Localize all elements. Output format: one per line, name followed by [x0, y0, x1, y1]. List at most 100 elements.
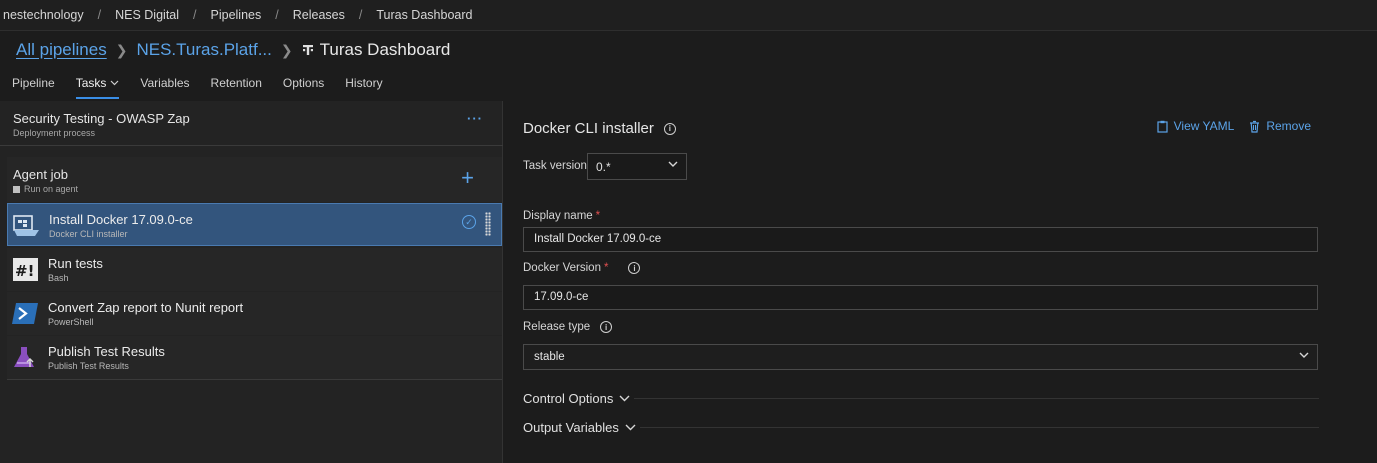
tab-label: Retention — [210, 76, 262, 90]
breadcrumb-releases[interactable]: Releases — [293, 8, 345, 22]
docker-version-value: 17.09.0-ce — [534, 291, 589, 303]
checkmark-icon: ✓ — [462, 215, 476, 229]
task-item-install-docker[interactable]: Install Docker 17.09.0-ce Docker CLI ins… — [7, 203, 502, 246]
info-icon[interactable]: i — [663, 122, 676, 135]
all-pipelines-link[interactable]: All pipelines — [16, 40, 107, 60]
divider — [634, 398, 1319, 399]
chevron-down-icon — [110, 80, 119, 86]
more-options-button[interactable]: ··· — [467, 111, 483, 126]
tab-label: History — [345, 76, 383, 90]
chevron-down-icon — [625, 424, 636, 431]
trash-icon — [1250, 120, 1260, 133]
agent-job[interactable]: Agent job Run on agent + — [7, 157, 502, 202]
tab-bar: Pipeline Tasks Variables Retention Optio… — [12, 76, 404, 99]
docker-icon — [13, 215, 39, 236]
tab-variables[interactable]: Variables — [140, 76, 189, 98]
task-name: Run tests — [48, 256, 103, 271]
docker-version-label: Docker Version — [523, 262, 601, 274]
display-name-label-row: Display name * — [523, 210, 600, 222]
task-item-convert-zap-report[interactable]: Convert Zap report to Nunit report Power… — [7, 292, 502, 335]
docker-version-field[interactable]: 17.09.0-ce — [523, 285, 1318, 310]
task-version-value: 0.* — [596, 160, 611, 174]
display-name-label: Display name — [523, 210, 593, 222]
control-options-section[interactable]: Control Options — [523, 391, 630, 406]
task-type: PowerShell — [48, 317, 94, 327]
add-task-button[interactable]: + — [461, 167, 474, 189]
chevron-right-icon: ❯ — [115, 41, 128, 58]
output-variables-label: Output Variables — [523, 420, 619, 435]
tab-label: Options — [282, 76, 325, 90]
display-name-value: Install Docker 17.09.0-ce — [534, 233, 662, 245]
task-list-pane: Security Testing - OWASP Zap Deployment … — [0, 101, 503, 463]
task-version-label: Task version — [523, 160, 587, 172]
tab-retention[interactable]: Retention — [211, 76, 262, 98]
display-name-field[interactable]: Install Docker 17.09.0-ce — [523, 227, 1318, 252]
title-row: All pipelines ❯ NES.Turas.Platf... ❯ Tur… — [16, 38, 450, 62]
publish-test-results-icon — [14, 347, 34, 367]
breadcrumb-separator: / — [193, 8, 197, 22]
task-type: Publish Test Results — [48, 361, 129, 371]
breadcrumb-org[interactable]: nestechnology — [3, 8, 84, 22]
docker-version-label-row: Docker Version * i — [523, 262, 641, 274]
info-icon[interactable]: i — [600, 321, 613, 333]
divider — [640, 427, 1319, 428]
release-type-select[interactable]: stable — [523, 344, 1318, 370]
output-variables-section[interactable]: Output Variables — [523, 420, 636, 435]
view-yaml-button[interactable]: View YAML — [1157, 119, 1235, 133]
tab-label: Tasks — [75, 76, 107, 90]
stage-header[interactable]: Security Testing - OWASP Zap Deployment … — [0, 101, 503, 146]
release-type-label-row: Release type i — [523, 321, 613, 333]
chevron-right-icon: ❯ — [280, 41, 293, 58]
task-name: Install Docker 17.09.0-ce — [49, 212, 193, 227]
control-options-label: Control Options — [523, 391, 614, 406]
required-mark: * — [603, 262, 609, 274]
release-type-label: Release type — [523, 321, 591, 333]
tab-options[interactable]: Options — [283, 76, 324, 98]
divider — [7, 379, 502, 380]
stage-subtitle: Deployment process — [13, 128, 96, 138]
drag-handle-icon[interactable] — [485, 212, 491, 236]
task-name: Publish Test Results — [48, 344, 165, 359]
remove-task-button[interactable]: Remove — [1249, 119, 1311, 133]
agent-job-subtitle-row: Run on agent — [13, 184, 496, 194]
bash-icon: #! — [13, 258, 38, 281]
task-version-select[interactable]: 0.* — [587, 153, 687, 180]
task-actions: View YAML Remove — [1142, 119, 1311, 133]
tab-pipeline[interactable]: Pipeline — [12, 76, 55, 98]
agent-job-subtitle: Run on agent — [24, 184, 79, 194]
clipboard-icon — [1157, 120, 1168, 133]
svg-text:#!: #! — [15, 262, 34, 280]
release-pipeline-icon — [302, 44, 314, 56]
tab-history[interactable]: History — [345, 76, 382, 98]
task-details-title: Docker CLI installer — [523, 120, 654, 137]
page-title: Turas Dashboard — [319, 40, 451, 59]
task-details-pane: Docker CLI installer i View YAML Remove … — [504, 101, 1377, 463]
server-icon — [13, 185, 20, 193]
task-details-header: Docker CLI installer i — [523, 120, 676, 137]
task-item-run-tests[interactable]: #! Run tests Bash — [7, 248, 502, 291]
powershell-icon — [12, 303, 38, 324]
view-yaml-label: View YAML — [1173, 119, 1235, 133]
breadcrumb-separator: / — [275, 8, 279, 22]
breadcrumb-separator: / — [358, 8, 363, 22]
breadcrumb-project[interactable]: NES Digital — [115, 8, 179, 22]
required-mark: * — [595, 210, 601, 222]
task-name: Convert Zap report to Nunit report — [48, 300, 244, 315]
breadcrumb-current[interactable]: Turas Dashboard — [376, 8, 472, 22]
stage-name: Security Testing - OWASP Zap — [13, 111, 190, 126]
remove-label: Remove — [1266, 119, 1311, 133]
breadcrumb: nestechnology / NES Digital / Pipelines … — [0, 0, 1377, 31]
chevron-down-icon — [619, 395, 630, 402]
chevron-down-icon — [1299, 352, 1309, 358]
info-icon[interactable]: i — [628, 262, 641, 274]
chevron-down-icon — [668, 161, 678, 167]
tab-tasks[interactable]: Tasks — [75, 76, 120, 99]
breadcrumb-pipelines[interactable]: Pipelines — [211, 8, 262, 22]
tab-label: Pipeline — [12, 76, 55, 90]
tab-label: Variables — [140, 76, 190, 90]
task-item-publish-test-results[interactable]: Publish Test Results Publish Test Result… — [7, 336, 502, 379]
task-type: Docker CLI installer — [49, 229, 128, 239]
folder-link[interactable]: NES.Turas.Platf... — [136, 40, 271, 60]
agent-job-name: Agent job — [13, 167, 68, 182]
breadcrumb-separator: / — [97, 8, 102, 22]
